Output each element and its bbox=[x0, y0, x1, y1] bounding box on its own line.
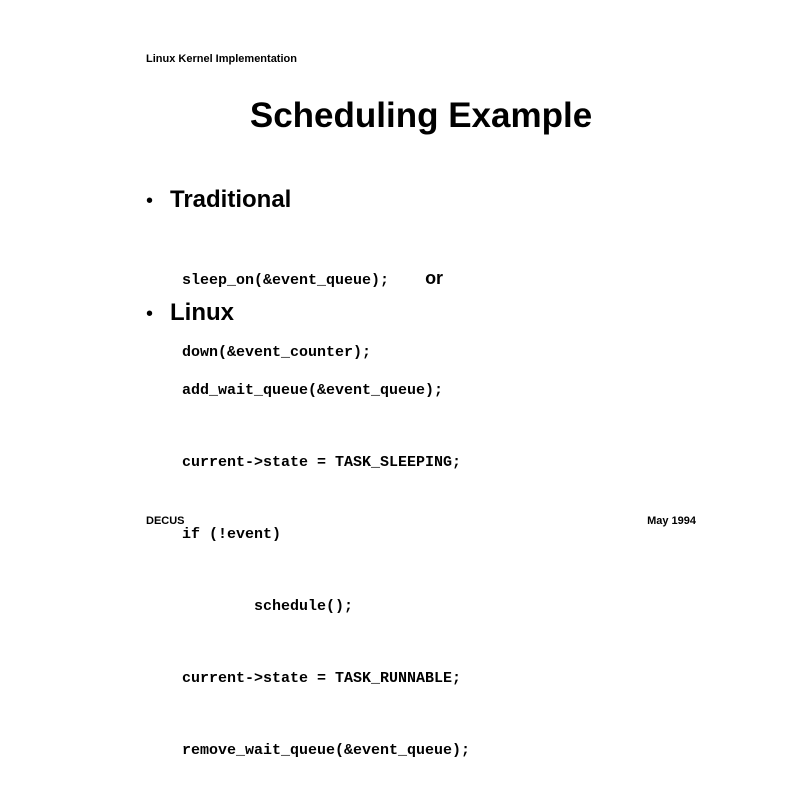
code-line: if (!event) bbox=[182, 526, 282, 543]
code-line: remove_wait_queue(&event_queue); bbox=[182, 742, 471, 759]
code-line: add_wait_queue(&event_queue); bbox=[182, 382, 444, 399]
code-block-linux: add_wait_queue(&event_queue); current->s… bbox=[182, 331, 470, 787]
section-heading-linux: Linux bbox=[170, 299, 234, 326]
section-heading-traditional: Traditional bbox=[170, 186, 292, 213]
section-traditional-heading-row: • Traditional bbox=[146, 186, 291, 214]
bullet-icon: • bbox=[146, 190, 154, 212]
or-note: or bbox=[425, 268, 444, 288]
section-linux-heading-row: • Linux bbox=[146, 299, 234, 327]
footer-left: DECUS bbox=[146, 515, 185, 527]
page-title: Scheduling Example bbox=[249, 96, 593, 135]
footer-right: May 1994 bbox=[647, 515, 696, 527]
code-line: current->state = TASK_RUNNABLE; bbox=[182, 670, 462, 687]
code-line: sleep_on(&event_queue); bbox=[182, 272, 390, 289]
code-line-row: sleep_on(&event_queue); or bbox=[182, 266, 443, 293]
page-header: Linux Kernel Implementation bbox=[146, 53, 297, 65]
code-line: current->state = TASK_SLEEPING; bbox=[182, 454, 462, 471]
code-line: schedule(); bbox=[182, 598, 354, 615]
bullet-icon: • bbox=[146, 303, 154, 325]
